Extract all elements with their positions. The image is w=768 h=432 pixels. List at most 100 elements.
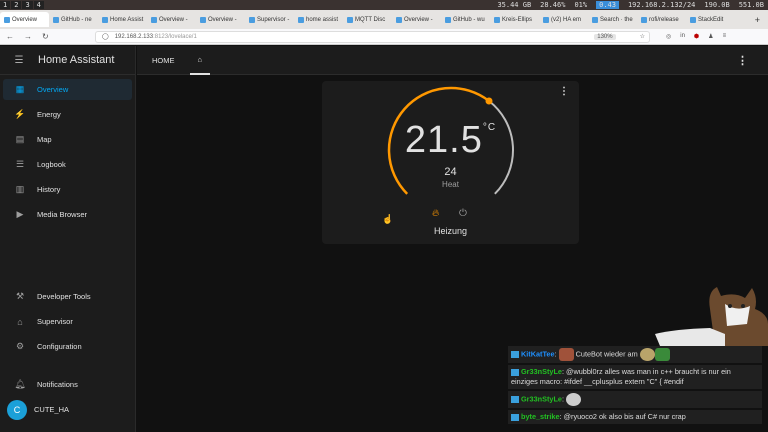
sidebar-item-energy[interactable]: ⚡ Energy	[3, 104, 132, 125]
tab-title: GitHub - wu	[453, 16, 485, 23]
sidebar-item-notifications[interactable]: 🔔︎ Notifications	[3, 374, 132, 395]
tab-favicon-icon	[396, 16, 402, 23]
browser-tab[interactable]: home assist	[294, 12, 343, 27]
sidebar-item-configuration[interactable]: ⚙ Configuration	[3, 336, 132, 357]
tab-title: Overview -	[404, 16, 433, 23]
home-assistant-icon: ⌂	[17, 316, 23, 327]
reload-icon[interactable]: ↻	[42, 32, 49, 41]
workspace-3[interactable]: 3	[22, 1, 33, 9]
tab-favicon-icon	[151, 16, 157, 23]
bookmark-star-icon[interactable]: ☆	[640, 33, 645, 40]
browser-tab[interactable]: StackEdit	[686, 12, 735, 27]
more-menu-icon[interactable]: ⋮	[737, 54, 748, 67]
zoom-level[interactable]: 130%	[594, 33, 616, 40]
sidebar-item-supervisor[interactable]: ⌂ Supervisor	[3, 311, 132, 332]
card-menu-icon[interactable]: ⋮	[559, 86, 569, 97]
tab-favicon-icon	[641, 16, 647, 23]
chat-username: KitKatTee	[521, 349, 555, 359]
tab-title: rofi/release	[649, 16, 679, 23]
chat-badge-icon	[511, 368, 519, 376]
emote-icon	[558, 348, 574, 361]
gear-icon: ⚙	[15, 341, 25, 351]
tab-favicon-icon	[53, 16, 59, 23]
tab-favicon-icon	[690, 16, 696, 23]
bell-icon: 🔔︎	[14, 379, 26, 389]
back-icon[interactable]: ←	[6, 32, 14, 41]
sidebar-item-label: Overview	[37, 85, 69, 94]
sidebar-item-overview[interactable]: ▦ Overview	[3, 79, 132, 100]
thermostat-dial[interactable]	[322, 81, 579, 244]
map-icon: ▤	[15, 134, 25, 144]
chart-icon: ▥	[15, 184, 25, 194]
chat-message: Gr33nStyLe:	[508, 391, 762, 408]
load-stat: 0.43	[596, 1, 619, 9]
user-name: CUTE_HA	[34, 405, 70, 414]
entity-name[interactable]: Heizung	[322, 226, 579, 236]
tab-favicon-icon	[200, 16, 206, 23]
browser-tab[interactable]: Home Assist	[98, 12, 147, 27]
target-temperature: 24	[444, 166, 457, 178]
url-input[interactable]: ◯ 192.168.2.133:8123/lovelace/1 130% ☆	[95, 30, 650, 43]
tab-title: MQTT Disc	[355, 16, 386, 23]
net-up-stat: 551.0B	[738, 1, 764, 9]
chat-message: KitKatTee: CuteBot wieder am	[508, 346, 762, 363]
sidebar-item-logbook[interactable]: ☰ Logbook	[3, 154, 132, 175]
tab-favicon-icon	[494, 16, 500, 23]
browser-tab[interactable]: (v2) HA em	[539, 12, 588, 27]
tab-favicon-icon	[249, 16, 255, 23]
browser-tab[interactable]: rofi/release	[637, 12, 686, 27]
tab-title: Overview -	[159, 16, 188, 23]
sidebar-item-media-browser[interactable]: ▶ Media Browser	[3, 204, 132, 225]
sidebar-item-map[interactable]: ▤ Map	[3, 129, 132, 150]
menu-icon[interactable]: ≡	[723, 33, 727, 40]
tab-home[interactable]: HOME	[137, 46, 190, 75]
heat-mode-flame-icon[interactable]: 🔥︎	[432, 208, 439, 219]
tab-favicon-icon	[543, 16, 549, 23]
tab-home-icon[interactable]: ⌂	[189, 46, 211, 75]
dashboard-icon: ▦	[15, 84, 25, 94]
browser-tab[interactable]: Overview -	[392, 12, 441, 27]
sidebar-item-history[interactable]: ▥ History	[3, 179, 132, 200]
workspace-4[interactable]: 4	[33, 1, 44, 9]
thermostat-card: ⋮ 21.5°C 24 Heat 🔥︎ ⏻ Heizung	[322, 81, 579, 244]
disk-stat: 35.44 GB	[497, 1, 532, 9]
linkedin-icon[interactable]: in	[680, 33, 685, 40]
browser-tab[interactable]: Kreis-Ellips	[490, 12, 539, 27]
sidebar: ☰ Home Assistant ▦ Overview ⚡ Energy ▤ Map ☰ Log…	[0, 46, 136, 432]
browser-tab[interactable]: Overview -	[196, 12, 245, 27]
extension-icon[interactable]: ♟	[708, 33, 713, 40]
new-tab-button[interactable]: +	[755, 15, 760, 25]
chat-text: CuteBot wieder am	[575, 349, 638, 359]
browser-tab[interactable]: Supervisor -	[245, 12, 294, 27]
tab-title: Kreis-Ellips	[502, 16, 533, 23]
sidebar-item-developer-tools[interactable]: ⚒ Developer Tools	[3, 286, 132, 307]
browser-tab[interactable]: GitHub - wu	[441, 12, 490, 27]
browser-tab[interactable]: Search · the	[588, 12, 637, 27]
sidebar-item-label: Notifications	[37, 380, 78, 389]
forward-icon[interactable]: →	[24, 32, 32, 41]
workspace-2[interactable]: 2	[11, 1, 22, 9]
url-path: :8123/lovelace/1	[153, 33, 197, 40]
browser-tab[interactable]: MQTT Disc	[343, 12, 392, 27]
tab-favicon-icon	[4, 16, 10, 23]
ip-stat: 192.168.2.132/24	[627, 1, 696, 9]
browser-tab[interactable]: Overview -	[147, 12, 196, 27]
sidebar-user-profile[interactable]: C CUTE_HA	[3, 399, 132, 420]
tab-title: StackEdit	[698, 16, 724, 23]
collapse-menu-icon[interactable]: ☰	[0, 55, 38, 66]
workspace-1[interactable]: 1	[0, 1, 11, 9]
browser-tab[interactable]: GitHub - ne	[49, 12, 98, 27]
address-bar: ← → ↻ ◯ 192.168.2.133:8123/lovelace/1 130%…	[0, 29, 768, 45]
list-icon: ☰	[15, 159, 25, 169]
system-status-bar: 1 2 3 4 35.44 GB 28.46% 01% 0.43 192.168…	[0, 0, 768, 10]
browser-tab[interactable]: Overview	[0, 12, 49, 27]
ublock-icon[interactable]: ⬢	[694, 33, 699, 40]
pocket-icon[interactable]: ◎	[666, 33, 671, 40]
tab-title: Home Assist	[110, 16, 144, 23]
chat-message: Gr33nStyLe: @wubbl0rz alles was man in c…	[508, 365, 762, 389]
tab-title: Search · the	[600, 16, 633, 23]
mem-stat: 01%	[574, 1, 588, 9]
emote-icon	[566, 393, 582, 406]
off-mode-power-icon[interactable]: ⏻	[459, 208, 467, 219]
sidebar-item-label: Energy	[37, 110, 61, 119]
